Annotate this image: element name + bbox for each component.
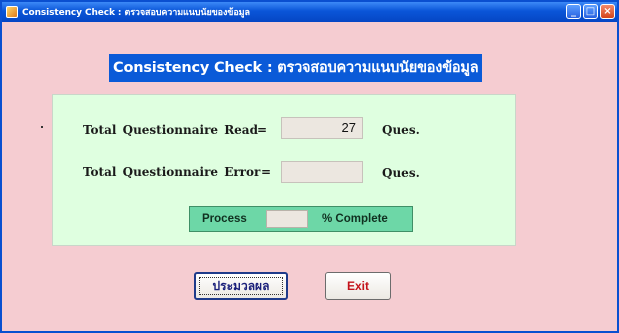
- process-button[interactable]: ประมวลผล: [194, 272, 288, 300]
- error-unit-label: Ques.: [382, 166, 420, 180]
- read-equals-sign: =: [257, 123, 268, 137]
- percent-complete-field[interactable]: [266, 210, 308, 228]
- window-title: Consistency Check : ตรวจสอบความแนบนัยของ…: [22, 8, 250, 18]
- page-title: Consistency Check : ตรวจสอบความแนบนัยของ…: [109, 54, 483, 82]
- read-count-field[interactable]: 27: [281, 117, 363, 139]
- process-label: Process: [202, 213, 247, 225]
- error-count-label: Total Questionnaire Error: [83, 165, 261, 179]
- divider-mark: [41, 126, 43, 128]
- error-count-field[interactable]: [281, 161, 363, 183]
- window-controls: _ □ ×: [566, 4, 615, 19]
- exit-button-label: Exit: [346, 279, 369, 293]
- app-icon: [6, 6, 18, 18]
- close-icon[interactable]: ×: [600, 4, 615, 19]
- progress-panel: Process % Complete: [189, 206, 413, 232]
- focus-ring: [199, 277, 283, 295]
- title-bar[interactable]: Consistency Check : ตรวจสอบความแนบนัยของ…: [2, 2, 617, 22]
- maximize-icon[interactable]: □: [583, 4, 598, 19]
- read-count-label: Total Questionnaire Read: [83, 123, 258, 137]
- exit-button[interactable]: Exit: [325, 272, 391, 300]
- minimize-icon[interactable]: _: [566, 4, 581, 19]
- read-unit-label: Ques.: [382, 123, 420, 137]
- percent-complete-label: % Complete: [322, 213, 388, 225]
- app-window: Consistency Check : ตรวจสอบความแนบนัยของ…: [0, 0, 619, 333]
- error-equals-sign: =: [261, 165, 272, 179]
